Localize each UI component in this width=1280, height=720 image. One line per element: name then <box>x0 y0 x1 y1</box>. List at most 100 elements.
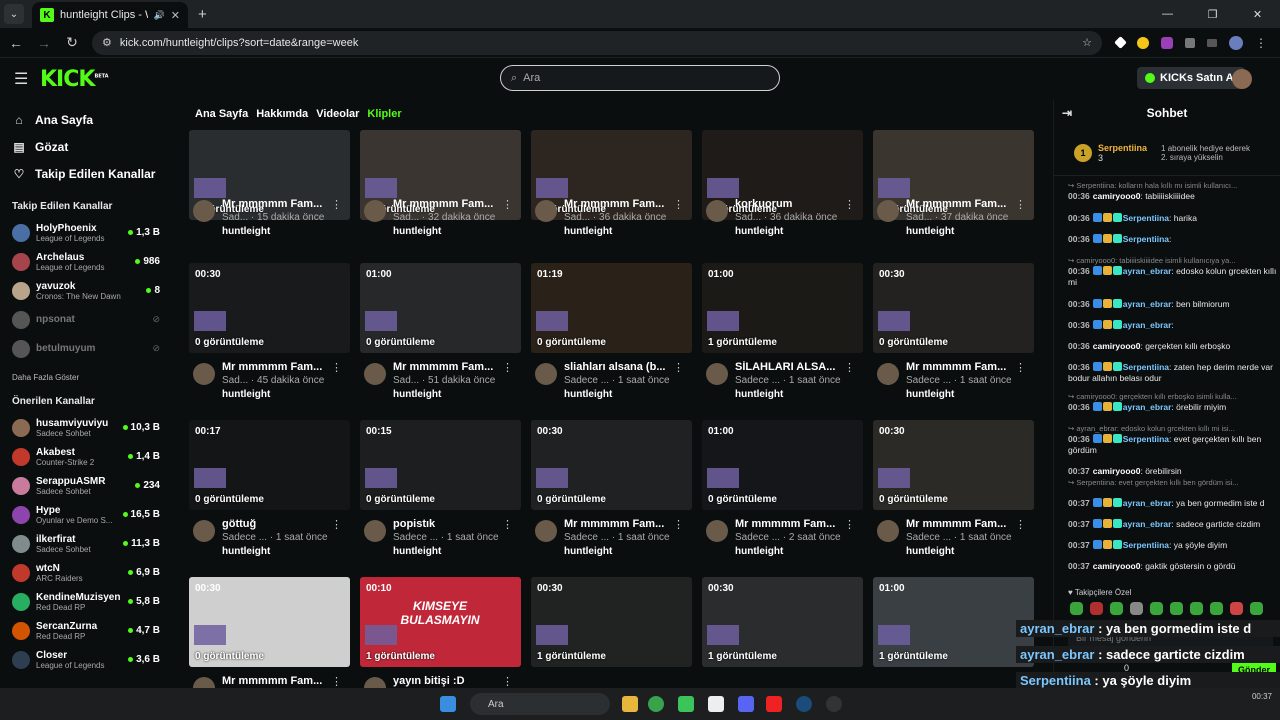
clip-title[interactable]: popistık <box>393 518 505 530</box>
chat-username[interactable]: ayran_ebrar <box>1123 266 1172 276</box>
show-more-link[interactable]: Daha Fazla Göster <box>12 373 172 382</box>
channel-avatar[interactable] <box>535 200 557 222</box>
tab-home[interactable]: Ana Sayfa <box>195 108 248 120</box>
file-explorer-icon[interactable] <box>622 696 638 712</box>
new-tab-button[interactable]: + <box>198 6 207 23</box>
chat-username[interactable]: Serpentiina <box>1123 234 1169 244</box>
clip-title[interactable]: Mr mmmmm Fam... <box>906 361 1018 373</box>
sidebar-item-home[interactable]: ⌂ Ana Sayfa <box>0 106 172 133</box>
sidebar-item-following[interactable]: ♡ Takip Edilen Kanallar <box>0 160 172 187</box>
browser-menu-icon[interactable]: ⋮ <box>1255 36 1267 50</box>
chat-username[interactable]: camiryooo0 <box>1093 191 1141 201</box>
clip-owner[interactable]: huntleight <box>906 389 954 400</box>
clip-thumbnail[interactable]: 00:30 1 görüntüleme <box>702 577 863 667</box>
profile-avatar-icon[interactable] <box>1229 35 1243 50</box>
clip-title[interactable]: SİLAHLARI ALSA... <box>735 361 847 373</box>
more-options-icon[interactable]: ⋮ <box>502 675 513 688</box>
more-options-icon[interactable]: ⋮ <box>502 518 513 531</box>
clip-thumbnail[interactable]: 00:30 0 görüntüleme <box>873 420 1034 510</box>
clip-thumbnail[interactable]: 01:00 0 görüntüleme <box>360 263 521 353</box>
clip-thumbnail[interactable]: 01:19 0 görüntüleme <box>531 263 692 353</box>
channel-item[interactable]: SercanZurna Red Dead RP 4,7 B <box>0 616 172 645</box>
clip-owner[interactable]: huntleight <box>906 226 954 237</box>
buy-kicks-button[interactable]: KICKs Satın Al <box>1137 67 1245 89</box>
channel-avatar[interactable] <box>706 520 728 542</box>
channel-avatar[interactable] <box>193 200 215 222</box>
youtube-icon[interactable] <box>766 696 782 712</box>
more-options-icon[interactable]: ⋮ <box>844 518 855 531</box>
channel-avatar[interactable] <box>364 200 386 222</box>
channel-item[interactable]: HolyPhoenix League of Legends 1,3 B <box>0 218 172 247</box>
channel-avatar[interactable] <box>535 363 557 385</box>
clip-thumbnail[interactable]: 00:30 1 görüntüleme <box>531 577 692 667</box>
channel-item[interactable]: Akabest Counter-Strike 2 1,4 B <box>0 442 172 471</box>
user-avatar[interactable] <box>1232 69 1252 89</box>
clip-owner[interactable]: huntleight <box>735 546 783 557</box>
channel-avatar[interactable] <box>706 363 728 385</box>
emote-icon[interactable] <box>1090 602 1103 615</box>
channel-item[interactable]: Hype Oyunlar ve Demo S... 16,5 B <box>0 500 172 529</box>
app-icon[interactable] <box>708 696 724 712</box>
minimize-button[interactable]: — <box>1145 0 1190 28</box>
chat-username[interactable]: ayran_ebrar <box>1123 299 1172 309</box>
chrome-icon[interactable] <box>648 696 664 712</box>
channel-avatar[interactable] <box>877 520 899 542</box>
extension-icon[interactable] <box>1114 36 1127 49</box>
menu-icon[interactable]: ☰ <box>14 69 28 89</box>
emote-icon[interactable] <box>1250 602 1263 615</box>
chat-username[interactable]: Serpentiina <box>1123 362 1169 372</box>
channel-avatar[interactable] <box>364 363 386 385</box>
clip-title[interactable]: Mr mmmmm Fam... <box>564 198 676 210</box>
channel-item[interactable]: yavuzok Cronos: The New Dawn 8 <box>0 276 172 305</box>
more-options-icon[interactable]: ⋮ <box>673 361 684 374</box>
more-options-icon[interactable]: ⋮ <box>331 518 342 531</box>
clip-owner[interactable]: huntleight <box>393 226 441 237</box>
clip-thumbnail[interactable]: 00:30 0 görüntüleme <box>531 420 692 510</box>
clip-thumbnail[interactable]: 00:30 0 görüntüleme <box>189 263 350 353</box>
search-input[interactable]: ⌕ Ara <box>500 65 780 91</box>
clip-thumbnail[interactable]: 00:30 0 görüntüleme <box>189 577 350 667</box>
clip-thumbnail[interactable]: 00:30 0 görüntüleme <box>873 263 1034 353</box>
clip-owner[interactable]: huntleight <box>906 546 954 557</box>
clip-thumbnail[interactable]: 01:00 1 görüntüleme <box>873 577 1034 667</box>
maximize-button[interactable]: ❐ <box>1190 0 1235 28</box>
clip-owner[interactable]: huntleight <box>393 389 441 400</box>
channel-item[interactable]: npsonat ⊘ <box>0 305 172 334</box>
clip-owner[interactable]: huntleight <box>564 546 612 557</box>
channel-avatar[interactable] <box>364 677 386 688</box>
clip-title[interactable]: Mr mmmmm Fam... <box>393 198 505 210</box>
channel-item[interactable]: Archelaus League of Legends 986 <box>0 247 172 276</box>
channel-avatar[interactable] <box>364 520 386 542</box>
channel-avatar[interactable] <box>193 363 215 385</box>
site-info-icon[interactable]: ⚙ <box>102 36 112 49</box>
channel-avatar[interactable] <box>535 520 557 542</box>
more-options-icon[interactable]: ⋮ <box>331 361 342 374</box>
windows-start-icon[interactable] <box>440 696 456 712</box>
tab-about[interactable]: Hakkımda <box>256 108 308 120</box>
app-icon[interactable] <box>678 696 694 712</box>
reload-button[interactable]: ↻ <box>60 34 84 51</box>
tab-search-button[interactable]: ⌄ <box>4 4 24 24</box>
channel-avatar[interactable] <box>193 677 215 688</box>
clip-title[interactable]: Mr mmmmm Fam... <box>564 518 676 530</box>
chat-username[interactable]: ayran_ebrar <box>1123 402 1172 412</box>
discord-icon[interactable] <box>738 696 754 712</box>
reading-list-icon[interactable] <box>1207 38 1217 47</box>
emote-icon[interactable] <box>1210 602 1223 615</box>
channel-item[interactable]: SerappuASMR Sadece Sohbet 234 <box>0 471 172 500</box>
collapse-chat-icon[interactable]: ⇥ <box>1062 106 1072 120</box>
channel-item[interactable]: ilkerfirat Sadece Sohbet 11,3 B <box>0 529 172 558</box>
bookmark-star-icon[interactable]: ☆ <box>1082 36 1092 49</box>
extensions-puzzle-icon[interactable] <box>1185 37 1195 48</box>
browser-tab[interactable]: K huntleight Clips - Watch Li 🔊 ✕ <box>32 2 188 28</box>
channel-item[interactable]: KendineMuzisyen Red Dead RP 5,8 B <box>0 587 172 616</box>
speaker-icon[interactable]: 🔊 <box>154 10 165 21</box>
channel-item[interactable]: Closer League of Legends 3,6 B <box>0 645 172 674</box>
channel-avatar[interactable] <box>877 200 899 222</box>
clip-title[interactable]: yayın bitişi :D <box>393 675 505 687</box>
emote-icon[interactable] <box>1170 602 1183 615</box>
clip-title[interactable]: Mr mmmmm Fam... <box>222 361 334 373</box>
kick-logo[interactable]: KICKBETA <box>40 67 109 92</box>
more-options-icon[interactable]: ⋮ <box>844 198 855 211</box>
channel-item[interactable]: husamviyuviyu Sadece Sohbet 10,3 B <box>0 413 172 442</box>
